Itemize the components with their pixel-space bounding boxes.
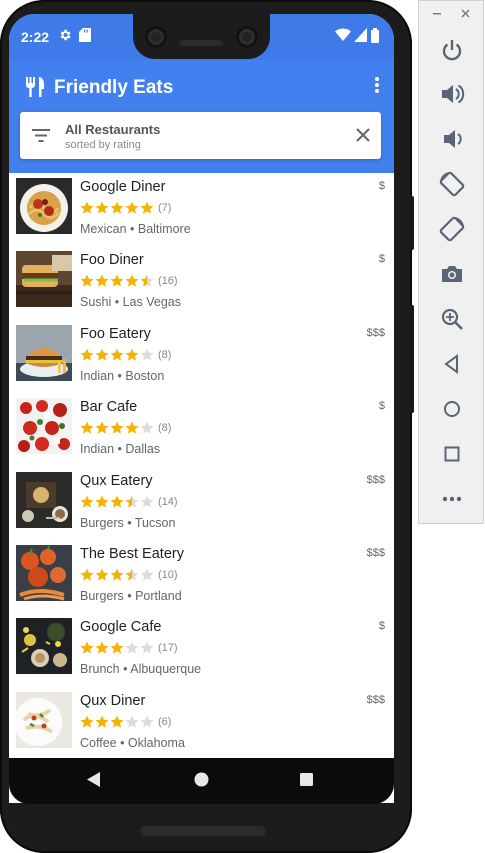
rating-stars bbox=[80, 568, 154, 582]
wifi-icon bbox=[335, 28, 351, 47]
restaurant-row[interactable]: Google Cafe (17) Brunch • Albuquerque $ bbox=[9, 613, 394, 686]
restaurant-photo bbox=[16, 544, 72, 601]
price-level: $$$ bbox=[366, 326, 385, 339]
overflow-menu-icon[interactable] bbox=[374, 76, 380, 99]
filter-title: All Restaurants bbox=[65, 122, 161, 137]
nav-back-icon[interactable] bbox=[87, 772, 100, 792]
back-icon[interactable] bbox=[439, 351, 465, 377]
rating-stars bbox=[80, 201, 154, 215]
rating-stars bbox=[80, 641, 154, 655]
power-side-button bbox=[409, 196, 414, 250]
price-level: $ bbox=[378, 180, 385, 192]
restaurant-photo bbox=[16, 178, 72, 234]
overview-icon[interactable] bbox=[439, 441, 465, 467]
price-level: $ bbox=[378, 620, 385, 633]
settings-icon bbox=[58, 28, 72, 47]
restaurant-name: Foo Diner bbox=[80, 252, 144, 269]
price-level: $ bbox=[378, 253, 385, 266]
rating-count: (14) bbox=[158, 495, 178, 508]
front-sensor bbox=[236, 26, 258, 48]
nav-home-icon[interactable] bbox=[194, 772, 209, 792]
home-icon[interactable] bbox=[439, 396, 465, 422]
more-icon[interactable] bbox=[439, 486, 465, 512]
price-level: $$$ bbox=[366, 693, 385, 706]
nav-overview-icon[interactable] bbox=[300, 773, 313, 791]
filter-subtitle: sorted by rating bbox=[65, 139, 141, 151]
restaurant-photo bbox=[16, 398, 72, 455]
volume-up-icon[interactable] bbox=[439, 81, 465, 107]
emulator-toolbar bbox=[418, 0, 484, 524]
front-camera bbox=[145, 26, 167, 48]
rotate-left-icon[interactable] bbox=[439, 171, 465, 197]
power-icon[interactable] bbox=[439, 37, 465, 63]
restaurant-row[interactable]: Foo Eatery (8) Indian • Boston $$$ bbox=[9, 320, 394, 393]
volume-down-icon[interactable] bbox=[439, 126, 465, 152]
restaurant-meta: Sushi • Las Vegas bbox=[80, 295, 181, 310]
rating-stars bbox=[80, 715, 154, 729]
volume-side-button bbox=[409, 305, 414, 413]
price-level: $ bbox=[378, 400, 385, 413]
restaurant-name: Foo Eatery bbox=[80, 325, 151, 342]
restaurant-name: The Best Eatery bbox=[80, 545, 184, 562]
camera-icon[interactable] bbox=[439, 261, 465, 287]
restaurant-photo bbox=[16, 691, 72, 748]
restaurant-photo bbox=[16, 618, 72, 675]
restaurant-photo bbox=[16, 471, 72, 528]
restaurant-meta: Mexican • Baltimore bbox=[80, 222, 191, 236]
restaurant-meta: Indian • Dallas bbox=[80, 442, 161, 457]
restaurant-icon bbox=[26, 77, 45, 102]
rating-stars bbox=[80, 421, 154, 435]
rating-count: (8) bbox=[158, 422, 172, 435]
sd-card-icon bbox=[79, 28, 91, 47]
earpiece-speaker bbox=[179, 40, 223, 46]
restaurant-row[interactable]: Qux Eatery (14) Burgers • Tucson $$$ bbox=[9, 467, 394, 540]
rating-count: (10) bbox=[158, 568, 178, 581]
restaurant-name: Qux Eatery bbox=[80, 472, 153, 489]
restaurant-meta: Coffee • Oklahoma bbox=[80, 735, 185, 750]
restaurant-meta: Burgers • Tucson bbox=[80, 515, 176, 530]
restaurant-photo bbox=[16, 324, 72, 381]
app-title: Friendly Eats bbox=[54, 77, 174, 98]
restaurant-photo bbox=[16, 251, 72, 308]
restaurant-meta: Burgers • Portland bbox=[80, 588, 182, 603]
rating-count: (8) bbox=[158, 348, 172, 361]
battery-icon bbox=[371, 28, 379, 48]
rating-count: (17) bbox=[158, 642, 178, 655]
zoom-icon[interactable] bbox=[439, 306, 465, 332]
rating-stars bbox=[80, 348, 154, 362]
restaurant-row[interactable]: Foo Diner (16) Sushi • Las Vegas $ bbox=[9, 246, 394, 319]
rating-count: (7) bbox=[158, 202, 172, 214]
filter-bar[interactable]: All Restaurants sorted by rating bbox=[20, 112, 381, 159]
phone-screen: 2:22 Friendly Eats All Restaurants sorte… bbox=[9, 14, 394, 803]
rating-count: (6) bbox=[158, 715, 172, 728]
restaurant-name: Google Cafe bbox=[80, 619, 162, 636]
signal-icon bbox=[354, 28, 367, 47]
price-level: $$$ bbox=[366, 473, 385, 486]
restaurant-name: Google Diner bbox=[80, 179, 166, 195]
rating-stars bbox=[80, 274, 154, 288]
restaurant-row[interactable]: Google Diner (7) Mexican • Baltimore $ bbox=[9, 173, 394, 246]
restaurant-name: Bar Cafe bbox=[80, 399, 138, 416]
restaurant-row[interactable]: Bar Cafe (8) Indian • Dallas $ bbox=[9, 393, 394, 466]
restaurant-meta: Brunch • Albuquerque bbox=[80, 662, 202, 677]
close-icon[interactable] bbox=[461, 7, 470, 22]
rating-stars bbox=[80, 495, 154, 509]
rotate-right-icon[interactable] bbox=[439, 216, 465, 242]
minimize-icon[interactable] bbox=[433, 7, 441, 22]
navigation-bar bbox=[9, 758, 394, 802]
clear-filter-icon[interactable] bbox=[356, 128, 370, 147]
app-bar: Friendly Eats All Restaurants sorted by … bbox=[9, 60, 394, 173]
restaurant-list[interactable]: Google Diner (7) Mexican • Baltimore $ Foo D… bbox=[9, 173, 394, 760]
restaurant-row[interactable]: The Best Eatery (10) Burgers • Portland $$$ bbox=[9, 540, 394, 613]
price-level: $$$ bbox=[366, 546, 385, 559]
status-time: 2:22 bbox=[21, 29, 50, 45]
rating-count: (16) bbox=[158, 275, 178, 288]
filter-icon bbox=[32, 129, 50, 147]
camera-notch bbox=[133, 14, 270, 59]
restaurant-row[interactable]: Qux Diner (6) Coffee • Oklahoma $$$ bbox=[9, 687, 394, 760]
restaurant-meta: Indian • Boston bbox=[80, 368, 165, 383]
restaurant-name: Qux Diner bbox=[80, 692, 146, 709]
bottom-speaker bbox=[140, 826, 266, 836]
